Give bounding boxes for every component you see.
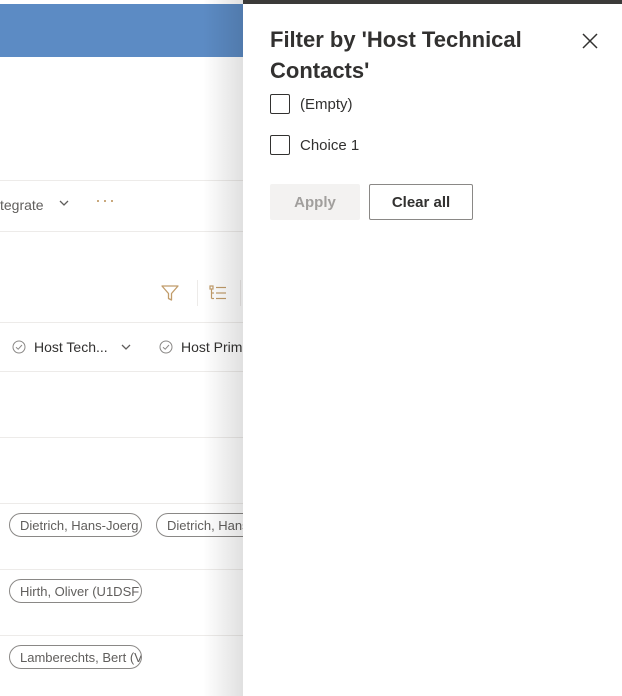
option-label: (Empty) [300,95,353,113]
apply-button[interactable]: Apply [270,184,360,220]
filter-option-empty[interactable]: (Empty) [270,93,353,115]
person-pill[interactable]: Dietrich, Hans-Joerg [9,513,142,537]
person-pill[interactable]: Lamberechts, Bert (V [9,645,142,669]
column-header-host-technical[interactable]: Host Tech... [12,323,132,371]
filter-icon[interactable] [160,283,180,303]
option-label: Choice 1 [300,136,360,154]
checkbox[interactable] [270,135,290,155]
check-circle-icon [159,340,173,354]
chevron-down-icon[interactable] [120,341,132,353]
chevron-down-icon[interactable] [58,196,70,210]
close-icon[interactable] [579,30,601,52]
panel-title: Filter by 'Host Technical Contacts' [270,27,522,83]
panel-shadow [203,0,243,696]
person-pill[interactable]: Hirth, Oliver (U1DSF [9,579,142,603]
toolbar-divider [197,280,198,306]
filter-panel: Filter by 'Host Technical Contacts' (Emp… [243,4,622,696]
integrate-menu[interactable]: tegrate [0,197,44,213]
clear-all-button[interactable]: Clear all [369,184,473,220]
filter-option-choice-1[interactable]: Choice 1 [270,134,359,156]
more-options-button[interactable]: ··· [95,190,116,211]
check-circle-icon [12,340,26,354]
checkbox[interactable] [270,94,290,114]
column-header-label: Host Tech... [34,339,108,355]
